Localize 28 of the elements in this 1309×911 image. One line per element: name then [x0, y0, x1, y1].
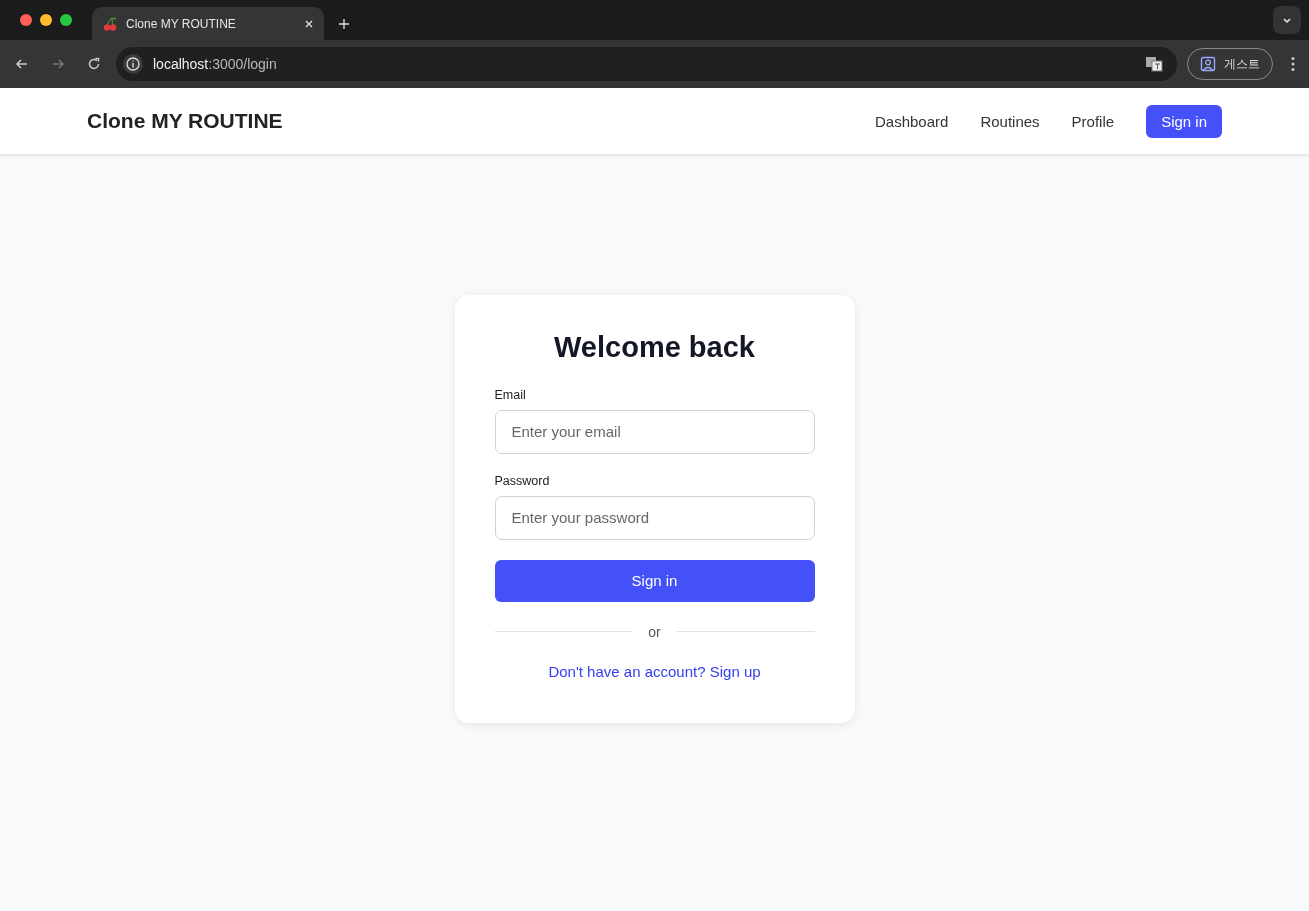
sign-up-link[interactable]: Don't have an account? Sign up — [548, 662, 761, 680]
close-window-icon[interactable] — [20, 14, 32, 26]
minimize-window-icon[interactable] — [40, 14, 52, 26]
nav-link[interactable]: Profile — [1071, 112, 1115, 130]
nav-link[interactable]: Dashboard — [875, 112, 949, 130]
maximize-window-icon[interactable] — [60, 14, 72, 26]
browser-tab[interactable]: Clone MY ROUTINE — [92, 7, 324, 40]
field-label: Password — [494, 473, 551, 488]
person-icon — [1200, 56, 1216, 72]
cherry-icon — [102, 15, 118, 32]
tab-list-button[interactable] — [1273, 6, 1301, 34]
input-field[interactable]: Enter your password — [494, 495, 815, 540]
translate-icon[interactable] — [1145, 55, 1163, 73]
sign-in-button[interactable]: Sign in — [494, 559, 815, 602]
login-title: Welcome back — [553, 330, 756, 364]
nav-link[interactable]: Routines — [980, 112, 1040, 130]
sign-in-button[interactable]: Sign in — [1146, 104, 1222, 138]
address-bar[interactable]: localhost:3000/login — [116, 47, 1177, 81]
field-label: Email — [494, 387, 527, 402]
site-logo[interactable]: Clone MY ROUTINE — [87, 109, 283, 133]
info-icon[interactable] — [123, 54, 143, 74]
new-tab-icon[interactable] — [338, 18, 350, 30]
reload-icon[interactable] — [86, 56, 102, 72]
divider-text: or — [648, 623, 661, 640]
more-menu-icon[interactable] — [1291, 56, 1295, 72]
chevron-down-icon — [1282, 15, 1292, 25]
close-tab-icon[interactable] — [304, 18, 314, 29]
input-field[interactable]: Enter your email — [494, 409, 815, 454]
